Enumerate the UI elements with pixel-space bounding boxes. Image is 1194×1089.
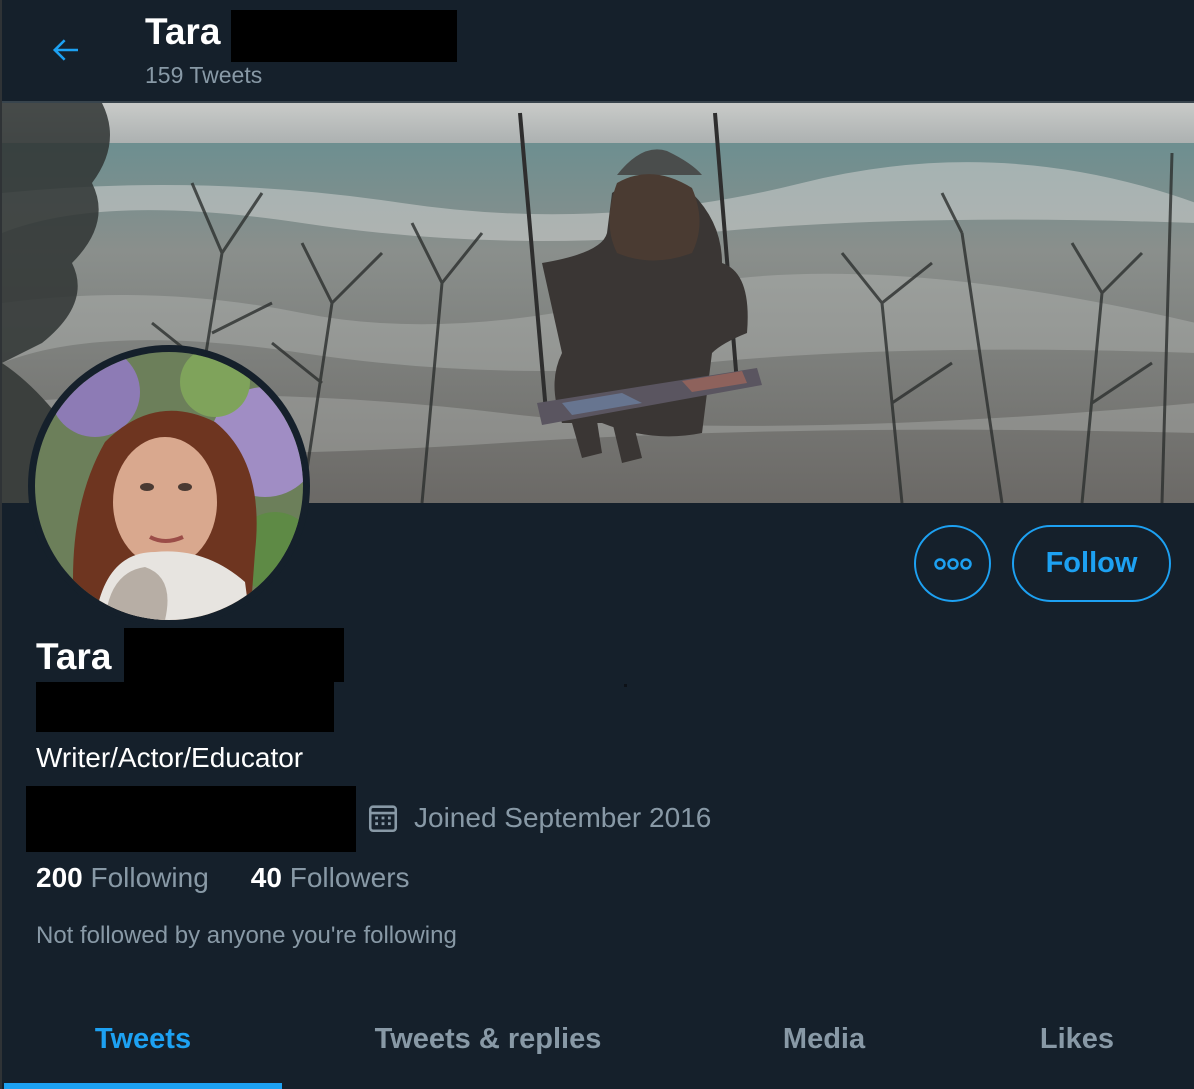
header-name: Tara	[145, 11, 221, 52]
more-options-button[interactable]	[914, 525, 991, 602]
more-horizontal-icon	[933, 557, 972, 570]
not-followed-note: Not followed by anyone you're following	[36, 922, 457, 949]
arrow-left-icon	[52, 39, 78, 61]
profile-bio: Writer/Actor/Educator	[36, 742, 304, 773]
following-count: 200	[36, 862, 83, 893]
followers-link[interactable]: 40 Followers	[251, 860, 410, 896]
redacted-block	[231, 10, 457, 62]
follow-stats: 200 Following 40 Followers	[36, 860, 452, 896]
profile-header-bar: Tara 159 Tweets	[2, 0, 1194, 103]
followers-count: 40	[250, 862, 282, 893]
back-button[interactable]	[42, 26, 90, 74]
redacted-handle	[36, 682, 334, 732]
avatar-image	[35, 352, 303, 620]
active-tab-indicator	[4, 1083, 282, 1089]
profile-tabs: Tweets Tweets & replies Media Likes	[2, 990, 1194, 1089]
calendar-icon	[366, 801, 400, 835]
redacted-location	[26, 786, 356, 852]
follow-button[interactable]: Follow	[1012, 525, 1171, 602]
stray-dot	[624, 684, 627, 687]
following-label: Following	[90, 862, 209, 893]
profile-page: Tara 159 Tweets Follow Tara Writer/Actor…	[0, 0, 1194, 1089]
tab-media[interactable]: Media	[702, 990, 946, 1089]
tab-tweets[interactable]: Tweets	[4, 990, 282, 1089]
header-tweet-count: 159 Tweets	[145, 62, 263, 88]
redacted-block	[124, 628, 344, 682]
profile-display-name: Tara	[36, 636, 112, 677]
tab-tweets-replies[interactable]: Tweets & replies	[332, 990, 644, 1089]
following-link[interactable]: 200 Following	[36, 860, 209, 896]
join-date: Joined September 2016	[366, 800, 711, 836]
join-date-text: Joined September 2016	[414, 802, 712, 833]
tab-likes[interactable]: Likes	[982, 990, 1172, 1089]
profile-avatar[interactable]	[28, 345, 310, 627]
followers-label: Followers	[289, 862, 410, 893]
